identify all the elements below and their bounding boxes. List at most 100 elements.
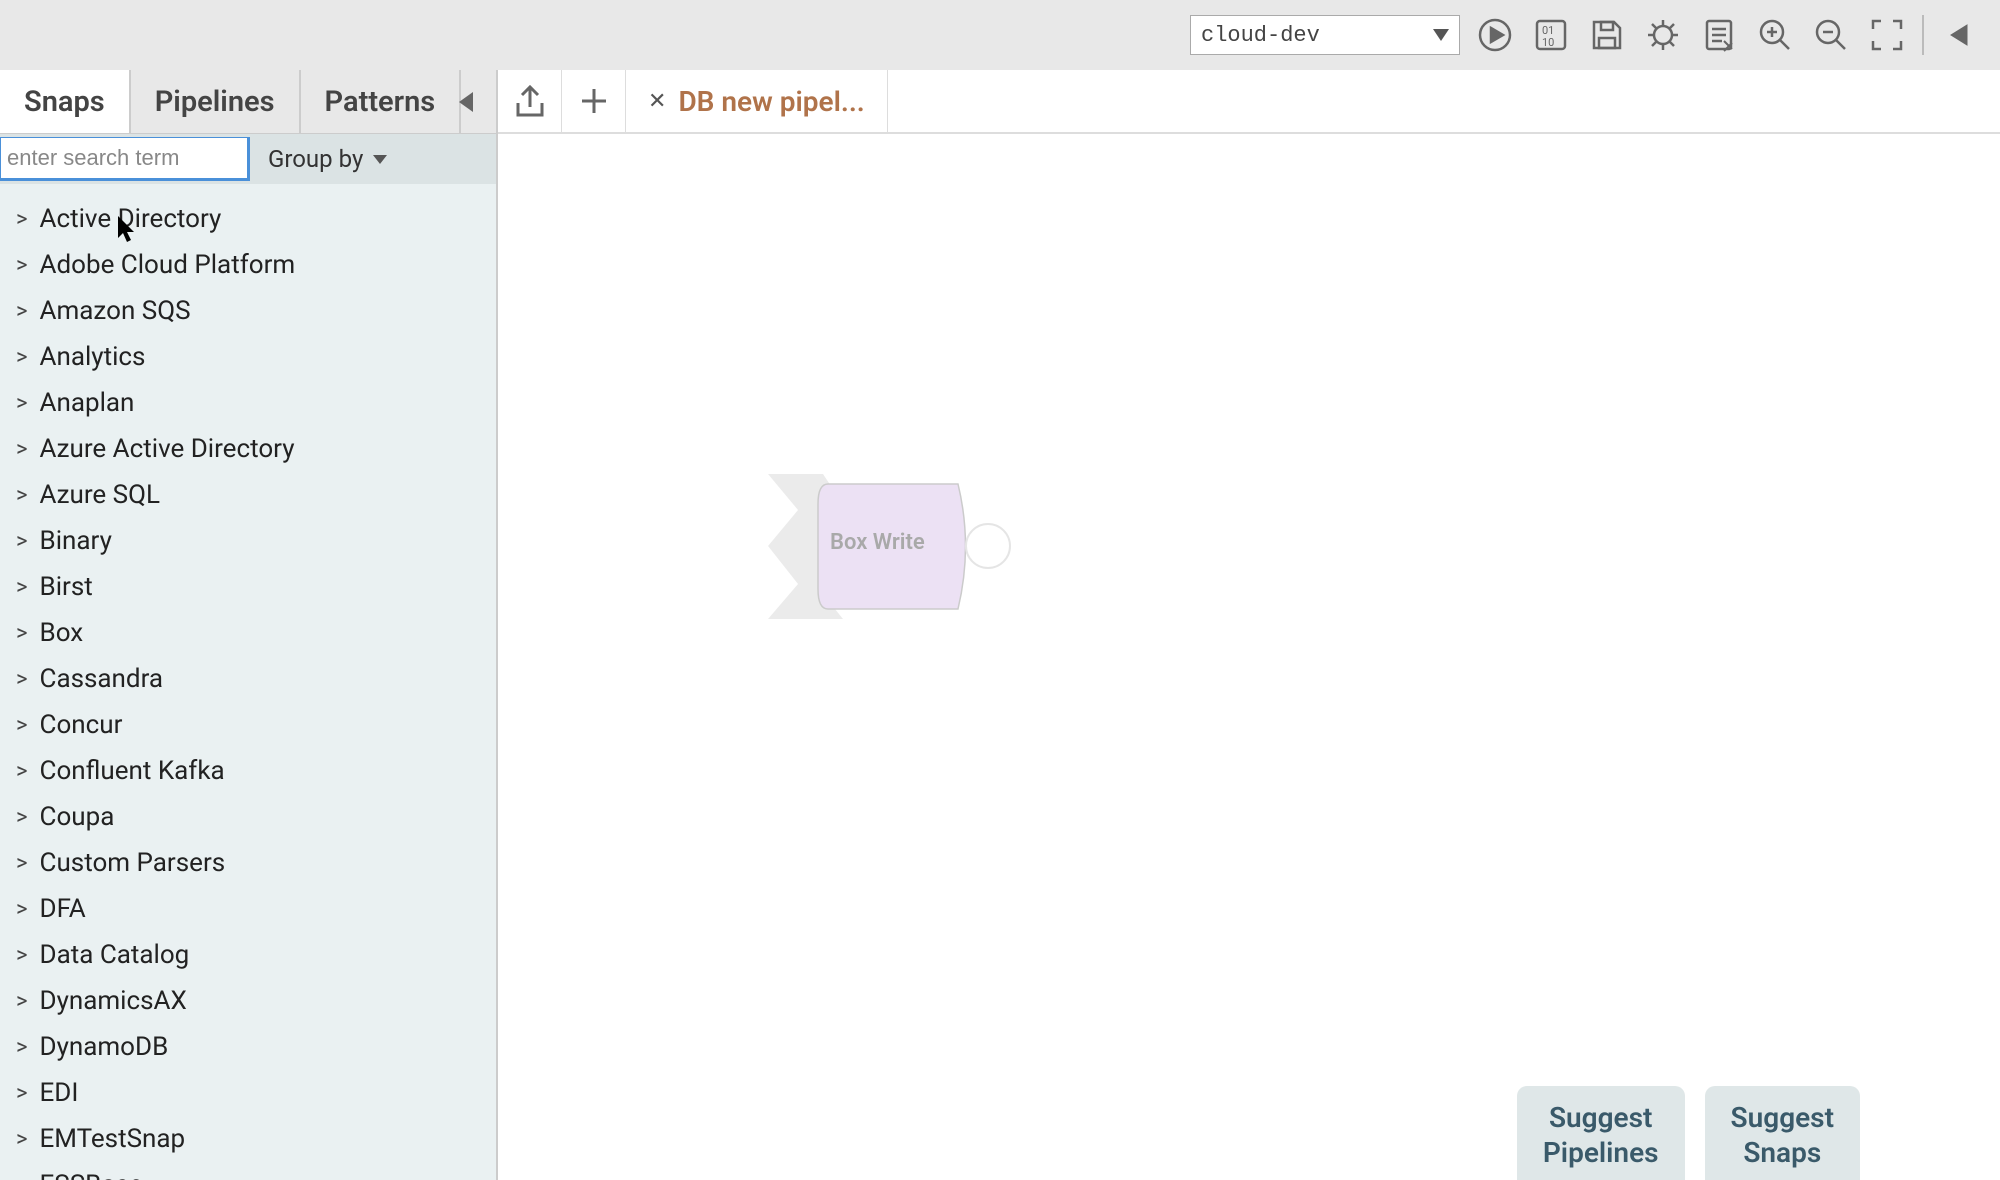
canvas-tabs: ✕ DB new pipel... <box>498 70 2000 134</box>
snap-category[interactable]: > Birst <box>0 564 496 610</box>
chevron-right-icon: > <box>16 1081 28 1106</box>
collapse-sidebar-button[interactable] <box>451 70 481 133</box>
snap-category-label: DynamicsAX <box>40 986 187 1016</box>
snap-category[interactable]: >Adobe Cloud Platform <box>0 242 496 288</box>
chevron-right-icon: > <box>16 805 28 830</box>
snap-list[interactable]: >Active Directory>Adobe Cloud Platform>A… <box>0 184 496 1180</box>
tab-label: Patterns <box>325 85 436 119</box>
chevron-down-icon <box>1433 29 1449 41</box>
chevron-right-icon: > <box>16 1035 28 1060</box>
snap-category[interactable]: >Box <box>0 610 496 656</box>
snap-category[interactable]: > Amazon SQS <box>0 288 496 334</box>
close-tab-icon[interactable]: ✕ <box>648 89 666 114</box>
tab-label: Snaps <box>24 85 105 119</box>
tab-label: Pipelines <box>155 85 275 119</box>
chevron-right-icon: > <box>16 483 28 508</box>
zoom-out-button[interactable] <box>1810 14 1852 56</box>
snap-category-label: Active Directory <box>40 204 222 234</box>
search-row: Group by <box>0 134 496 184</box>
snap-node-box-write[interactable]: Box Write <box>768 474 1028 619</box>
chevron-right-icon: > <box>16 851 28 876</box>
sidebar: Snaps Pipelines Patterns Group by > Activ… <box>0 70 498 1180</box>
sidebar-tabs: Snaps Pipelines Patterns <box>0 70 496 134</box>
groupby-button[interactable]: Group by <box>250 145 405 173</box>
chevron-right-icon: > <box>16 897 28 922</box>
collapse-right-button[interactable] <box>1938 14 1980 56</box>
suggest-snaps-button[interactable]: Suggest Snaps <box>1705 1086 1860 1180</box>
chevron-right-icon: > <box>16 943 28 968</box>
snap-category-label: Cassandra <box>40 664 164 694</box>
fit-screen-button[interactable] <box>1866 14 1908 56</box>
environment-label: cloud-dev <box>1201 23 1320 48</box>
snap-category-label: Birst <box>40 572 93 602</box>
snap-category-label: EMTestSnap <box>40 1124 186 1154</box>
canvas-area: ✕ DB new pipel... Box Write Suggest Pipe… <box>498 70 2000 1180</box>
snap-category[interactable]: > Binary <box>0 518 496 564</box>
chevron-right-icon: > <box>16 667 28 692</box>
notes-button[interactable] <box>1698 14 1740 56</box>
save-button[interactable] <box>1586 14 1628 56</box>
snap-category-label: Confluent Kafka <box>40 756 225 786</box>
chevron-right-icon: > <box>16 299 28 324</box>
binary-button[interactable]: 01 10 <box>1530 14 1572 56</box>
search-input-wrap <box>0 137 250 181</box>
snap-category[interactable]: >Coupa <box>0 794 496 840</box>
suggest-label: Suggest Pipelines <box>1543 1101 1659 1169</box>
snap-category-label: Azure SQL <box>40 480 160 510</box>
snap-category[interactable]: > ESSBase <box>0 1162 496 1180</box>
chevron-right-icon: > <box>16 391 28 416</box>
snap-category[interactable]: > Anaplan <box>0 380 496 426</box>
suggest-buttons: Suggest Pipelines Suggest Snaps <box>1517 1086 1860 1180</box>
tab-pipelines[interactable]: Pipelines <box>131 70 301 133</box>
snap-category[interactable]: >Custom Parsers <box>0 840 496 886</box>
tab-patterns[interactable]: Patterns <box>301 70 462 133</box>
chevron-right-icon: > <box>16 713 28 738</box>
groupby-label: Group by <box>268 145 363 173</box>
chevron-right-icon: > <box>16 529 28 554</box>
run-button[interactable] <box>1474 14 1516 56</box>
pipeline-tab[interactable]: ✕ DB new pipel... <box>626 70 888 132</box>
snap-category[interactable]: >Data Catalog <box>0 932 496 978</box>
svg-text:10: 10 <box>1542 36 1554 49</box>
snap-category[interactable]: >Confluent Kafka <box>0 748 496 794</box>
snap-category-label: DFA <box>40 894 86 924</box>
canvas[interactable]: Box Write Suggest Pipelines Suggest Snap… <box>498 134 2000 1180</box>
new-button[interactable] <box>562 70 626 132</box>
suggest-pipelines-button[interactable]: Suggest Pipelines <box>1517 1086 1685 1180</box>
chevron-right-icon: > <box>16 1173 28 1180</box>
chevron-right-icon: > <box>16 207 28 232</box>
snap-category[interactable]: > Azure SQL <box>0 472 496 518</box>
validate-button[interactable] <box>1642 14 1684 56</box>
environment-select[interactable]: cloud-dev <box>1190 15 1460 55</box>
snap-category[interactable]: >EDI <box>0 1070 496 1116</box>
snap-category-label: Concur <box>40 710 123 740</box>
snap-category-label: Adobe Cloud Platform <box>40 250 296 280</box>
snap-category[interactable]: > DynamoDB <box>0 1024 496 1070</box>
main-row: Snaps Pipelines Patterns Group by > Activ… <box>0 70 2000 1180</box>
chevron-down-icon <box>373 155 387 164</box>
snap-category-label: Analytics <box>40 342 146 372</box>
snap-category[interactable]: >Analytics <box>0 334 496 380</box>
snap-category[interactable]: >Azure Active Directory <box>0 426 496 472</box>
snap-category-label: Binary <box>40 526 112 556</box>
chevron-right-icon: > <box>16 989 28 1014</box>
search-input[interactable] <box>7 145 241 171</box>
chevron-right-icon: > <box>16 437 28 462</box>
tab-snaps[interactable]: Snaps <box>0 70 131 133</box>
snap-category[interactable]: > Cassandra <box>0 656 496 702</box>
snap-category[interactable]: > DFA <box>0 886 496 932</box>
zoom-in-button[interactable] <box>1754 14 1796 56</box>
snap-category-label: ESSBase <box>40 1170 143 1180</box>
snap-category[interactable]: >EMTestSnap <box>0 1116 496 1162</box>
snap-category-label: DynamoDB <box>40 1032 169 1062</box>
pipeline-tab-label: DB new pipel... <box>678 85 864 118</box>
chevron-right-icon: > <box>16 621 28 646</box>
top-toolbar: cloud-dev 01 10 <box>1190 0 2000 70</box>
snap-category[interactable]: > DynamicsAX <box>0 978 496 1024</box>
chevron-right-icon: > <box>16 575 28 600</box>
snap-category-label: Amazon SQS <box>40 296 191 326</box>
snap-category[interactable]: > Active Directory <box>0 196 496 242</box>
snap-category[interactable]: > Concur <box>0 702 496 748</box>
snap-category-label: Anaplan <box>40 388 135 418</box>
import-button[interactable] <box>498 70 562 132</box>
